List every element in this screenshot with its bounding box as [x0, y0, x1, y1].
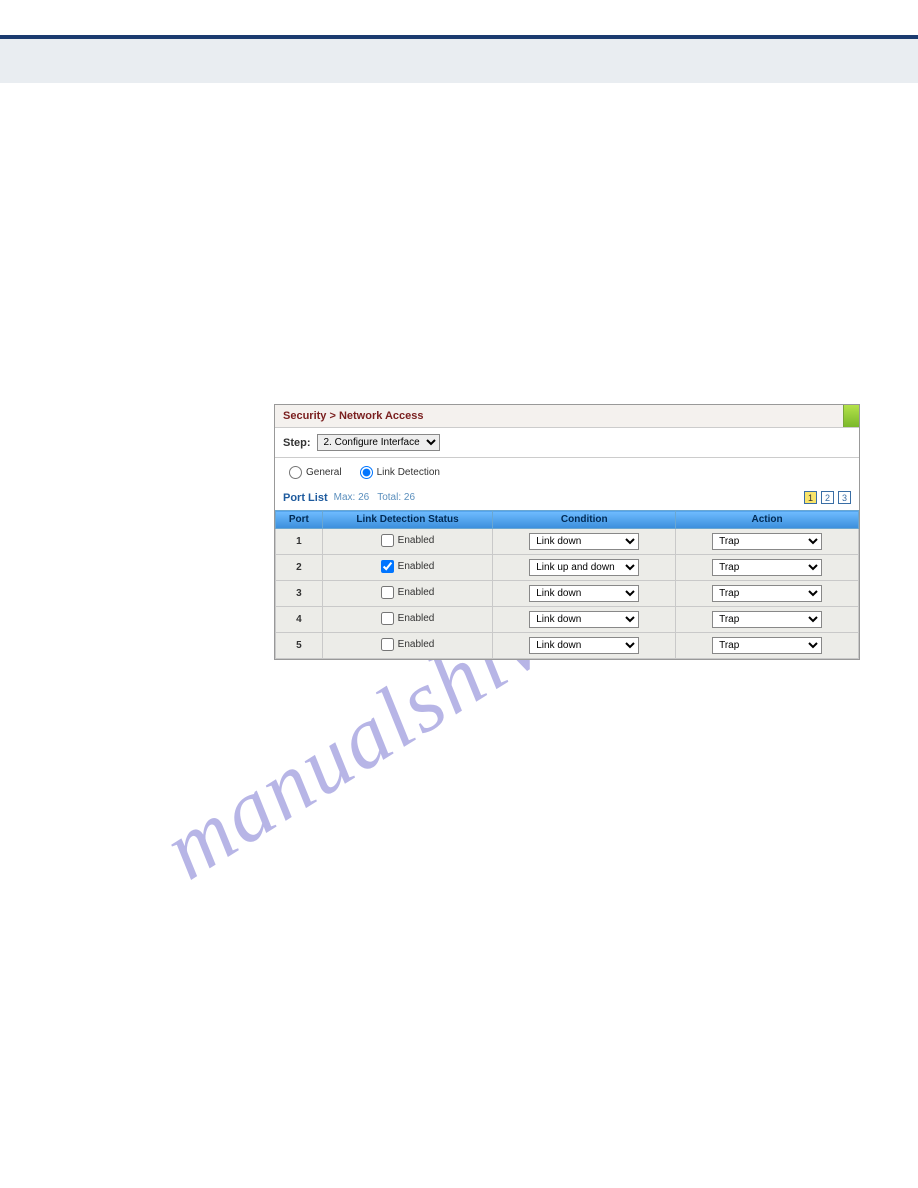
breadcrumb: Security > Network Access — [275, 405, 859, 428]
action-select[interactable]: Trap — [712, 611, 822, 628]
table-row: 4 Enabled Link down Trap — [276, 607, 859, 633]
port-table-body: 1 Enabled Link down Trap — [276, 529, 859, 659]
action-select[interactable]: Trap — [712, 637, 822, 654]
pager: 1 2 3 — [804, 491, 851, 504]
col-port: Port — [276, 511, 323, 529]
condition-cell: Link down — [493, 581, 676, 607]
table-row: 2 Enabled Link up and down Trap — [276, 555, 859, 581]
enabled-checkbox[interactable] — [381, 612, 394, 625]
step-row: Step: 2. Configure Interface — [275, 428, 859, 458]
status-cell: Enabled — [322, 633, 493, 659]
condition-select[interactable]: Link down — [529, 585, 639, 602]
tab-general[interactable]: General — [289, 466, 342, 479]
enabled-label: Enabled — [398, 613, 435, 624]
enabled-checkbox[interactable] — [381, 534, 394, 547]
status-cell: Enabled — [322, 529, 493, 555]
help-button[interactable] — [843, 405, 859, 427]
condition-cell: Link down — [493, 633, 676, 659]
port-list-total: Total: 26 — [377, 492, 415, 503]
pager-page-2[interactable]: 2 — [821, 491, 834, 504]
action-cell: Trap — [676, 555, 859, 581]
enabled-checkbox[interactable] — [381, 638, 394, 651]
table-row: 1 Enabled Link down Trap — [276, 529, 859, 555]
condition-select[interactable]: Link up and down — [529, 559, 639, 576]
port-cell: 2 — [276, 555, 323, 581]
port-cell: 5 — [276, 633, 323, 659]
port-cell: 4 — [276, 607, 323, 633]
action-cell: Trap — [676, 607, 859, 633]
tab-link-detection-label: Link Detection — [377, 467, 440, 478]
enabled-label: Enabled — [398, 587, 435, 598]
condition-cell: Link down — [493, 607, 676, 633]
col-status: Link Detection Status — [322, 511, 493, 529]
port-list-max: Max: 26 — [334, 492, 370, 503]
enabled-checkbox[interactable] — [381, 586, 394, 599]
table-row: 5 Enabled Link down Trap — [276, 633, 859, 659]
enabled-checkbox[interactable] — [381, 560, 394, 573]
status-cell: Enabled — [322, 607, 493, 633]
view-tab-row: General Link Detection — [275, 458, 859, 487]
action-cell: Trap — [676, 529, 859, 555]
action-cell: Trap — [676, 633, 859, 659]
breadcrumb-text: Security > Network Access — [283, 410, 424, 422]
col-condition: Condition — [493, 511, 676, 529]
step-select[interactable]: 2. Configure Interface — [317, 434, 440, 451]
step-label: Step: — [283, 437, 311, 449]
pager-page-3[interactable]: 3 — [838, 491, 851, 504]
network-access-panel: Security > Network Access Step: 2. Confi… — [274, 404, 860, 660]
port-table: Port Link Detection Status Condition Act… — [275, 510, 859, 659]
action-select[interactable]: Trap — [712, 533, 822, 550]
enabled-label: Enabled — [398, 639, 435, 650]
port-cell: 1 — [276, 529, 323, 555]
condition-cell: Link up and down — [493, 555, 676, 581]
page-top-band — [0, 39, 918, 83]
col-action: Action — [676, 511, 859, 529]
pager-page-1[interactable]: 1 — [804, 491, 817, 504]
action-cell: Trap — [676, 581, 859, 607]
enabled-label: Enabled — [398, 535, 435, 546]
condition-cell: Link down — [493, 529, 676, 555]
condition-select[interactable]: Link down — [529, 637, 639, 654]
status-cell: Enabled — [322, 581, 493, 607]
enabled-label: Enabled — [398, 561, 435, 572]
radio-general[interactable] — [289, 466, 302, 479]
condition-select[interactable]: Link down — [529, 611, 639, 628]
tab-general-label: General — [306, 467, 342, 478]
action-select[interactable]: Trap — [712, 585, 822, 602]
condition-select[interactable]: Link down — [529, 533, 639, 550]
port-cell: 3 — [276, 581, 323, 607]
table-header-row: Port Link Detection Status Condition Act… — [276, 511, 859, 529]
tab-link-detection[interactable]: Link Detection — [360, 466, 440, 479]
action-select[interactable]: Trap — [712, 559, 822, 576]
radio-link-detection[interactable] — [360, 466, 373, 479]
table-row: 3 Enabled Link down Trap — [276, 581, 859, 607]
port-list-title: Port List — [283, 492, 328, 504]
port-list-header: Port List Max: 26 Total: 26 1 2 3 — [275, 487, 859, 510]
status-cell: Enabled — [322, 555, 493, 581]
